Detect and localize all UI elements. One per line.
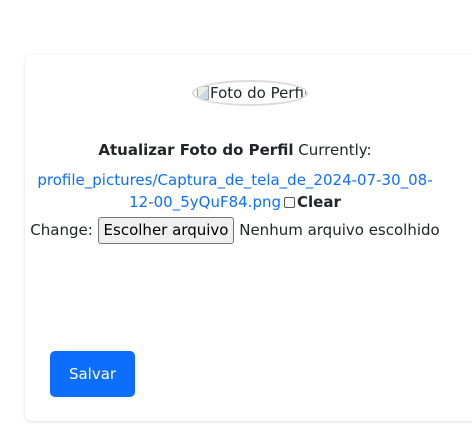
current-file-line: profile_pictures/Captura_de_tela_de_2024… [25, 169, 445, 191]
no-file-chosen-text: Nenhum arquivo escolhido [239, 221, 440, 239]
profile-photo-alt-text: Foto do Perfil [210, 84, 308, 102]
change-label: Change: [30, 221, 93, 239]
field-label: Atualizar Foto do Perfil [98, 141, 294, 159]
current-file-link-part2: 12-00_5yQuF84.png [129, 193, 281, 211]
clear-checkbox[interactable] [284, 197, 295, 208]
profile-photo: Foto do Perfil [192, 80, 308, 106]
current-file-link-part1: profile_pictures/Captura_de_tela_de_2024… [37, 171, 433, 189]
photo-upload-field: Atualizar Foto do Perfil Currently: prof… [25, 139, 445, 244]
broken-image-icon [197, 86, 209, 100]
save-button[interactable]: Salvar [50, 351, 135, 397]
current-file-link-continued[interactable]: 12-00_5yQuF84.png [129, 193, 281, 211]
change-file-row: Change: Escolher arquivo Nenhum arquivo … [25, 217, 445, 244]
current-file-line-2: 12-00_5yQuF84.png Clear [25, 191, 445, 213]
profile-card: Foto do Perfil Atualizar Foto do Perfil … [25, 55, 472, 421]
choose-file-button[interactable]: Escolher arquivo [97, 217, 235, 244]
currently-label: Currently: [298, 141, 372, 159]
current-file-link[interactable]: profile_pictures/Captura_de_tela_de_2024… [37, 171, 432, 189]
clear-label[interactable]: Clear [297, 193, 341, 211]
field-header-line: Atualizar Foto do Perfil Currently: [25, 139, 445, 161]
